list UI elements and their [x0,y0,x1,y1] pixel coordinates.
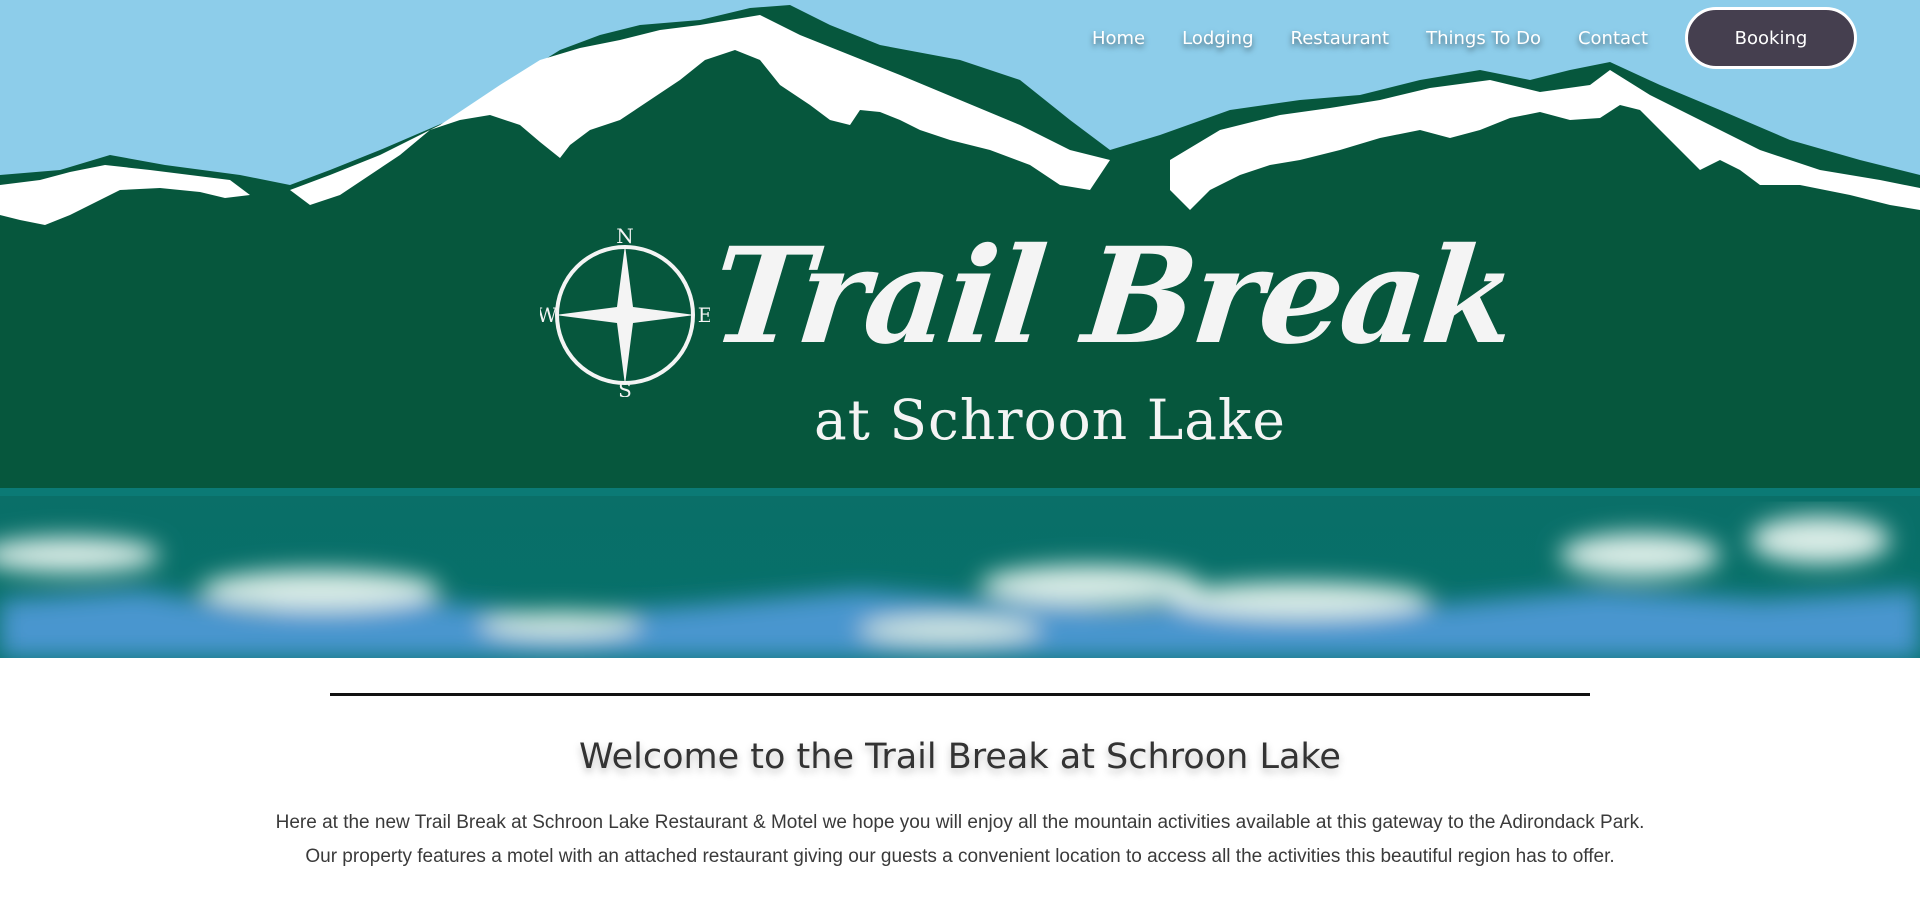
section-divider [330,693,1590,696]
site-logo[interactable]: N E S W Trail Break at Schroon Lake [540,212,1520,457]
hero-banner: Home Lodging Restaurant Things To Do Con… [0,0,1920,658]
compass-s: S [618,378,632,397]
welcome-heading: Welcome to the Trail Break at Schroon La… [579,737,1341,777]
nav-link-home[interactable]: Home [1092,28,1145,49]
nav-link-contact[interactable]: Contact [1578,28,1648,49]
compass-n: N [616,227,634,248]
logo-wordmark: Trail Break [704,219,1521,374]
welcome-paragraph: Here at the new Trail Break at Schroon L… [275,812,1645,867]
logo-subtitle: at Schroon Lake [814,388,1286,452]
nav-link-lodging[interactable]: Lodging [1182,28,1253,49]
nav-link-restaurant[interactable]: Restaurant [1291,28,1390,49]
compass-e: E [698,303,710,327]
nav-link-things-to-do[interactable]: Things To Do [1426,28,1541,49]
main-nav: Home Lodging Restaurant Things To Do Con… [1092,0,1920,76]
compass-icon: N E S W [540,227,710,397]
compass-w: W [540,303,558,327]
booking-button[interactable]: Booking [1685,7,1857,69]
